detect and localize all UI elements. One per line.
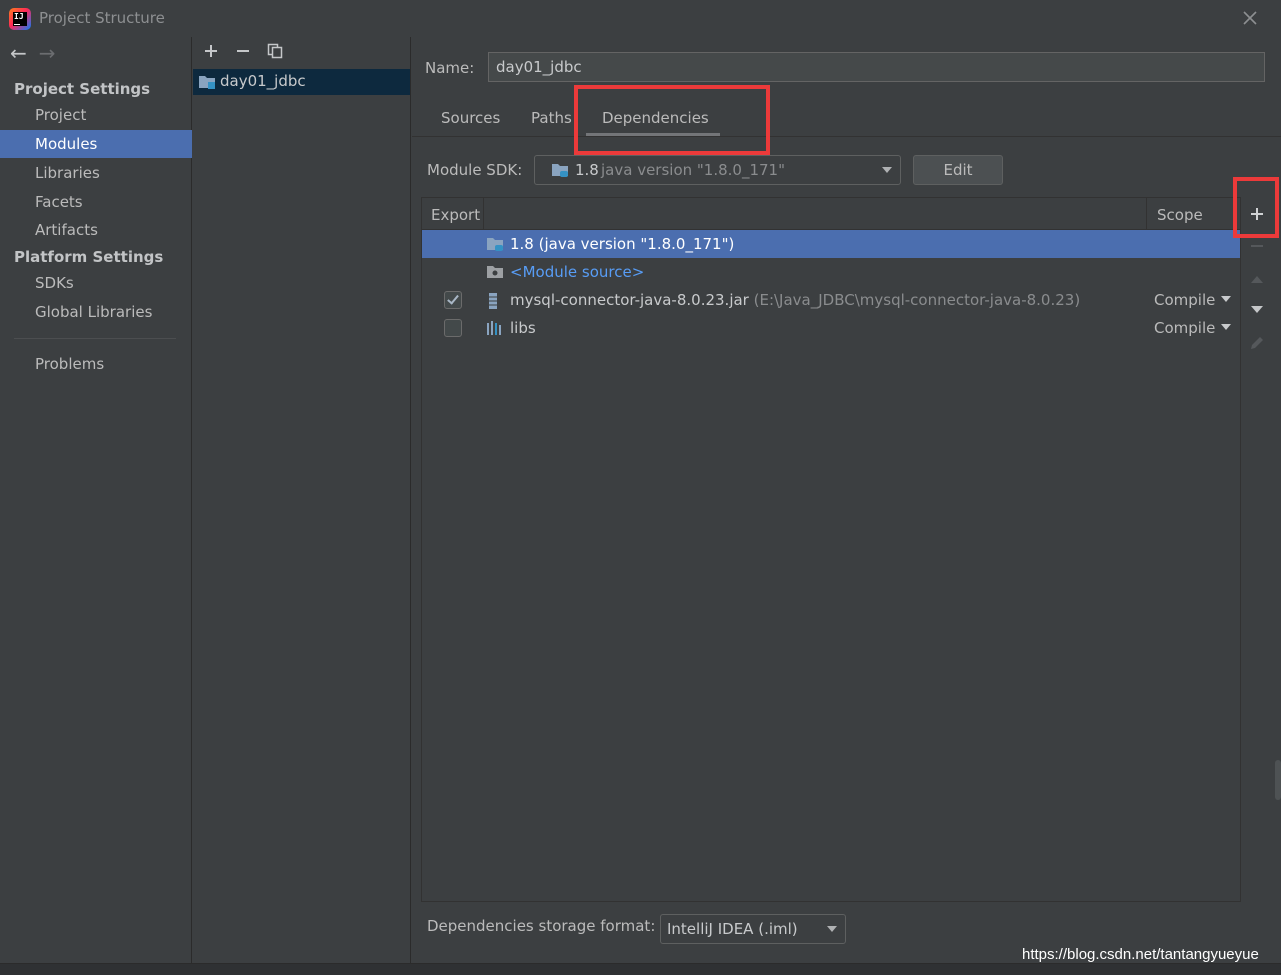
bottom-strip — [0, 963, 1281, 975]
copy-module-button[interactable] — [265, 41, 285, 61]
dependency-name: <Module source> — [510, 263, 645, 281]
storage-format-dropdown[interactable]: IntelliJ IDEA (.iml) — [660, 914, 846, 944]
dependencies-table: Export Scope 1.8 (java version "1.8.0_17… — [421, 197, 1241, 902]
module-source-folder-icon — [487, 266, 503, 278]
jar-file-name: mysql-connector-java-8.0.23.jar — [510, 291, 749, 309]
module-details-pane: Name: day01_jdbc Sources Paths Dependenc… — [412, 37, 1281, 963]
dependency-name: libs — [510, 319, 536, 337]
nav-item-problems[interactable]: Problems — [0, 350, 192, 378]
nav-divider — [14, 338, 176, 339]
title-bar: IJ Project Structure — [0, 0, 1281, 37]
move-down-button[interactable] — [1242, 295, 1272, 325]
project-settings-heading: Project Settings — [14, 80, 151, 98]
library-icon — [487, 321, 501, 335]
jdk-folder-icon — [487, 238, 503, 251]
scope-value: Compile — [1154, 291, 1216, 309]
chevron-down-icon — [1221, 324, 1232, 330]
dependency-name: 1.8 (java version "1.8.0_171") — [510, 235, 735, 253]
storage-format-value: IntelliJ IDEA (.iml) — [667, 920, 798, 938]
nav-item-facets[interactable]: Facets — [0, 188, 192, 216]
nav-item-modules[interactable]: Modules — [0, 130, 192, 158]
forward-arrow-icon[interactable]: → — [39, 43, 56, 63]
module-sdk-label: Module SDK: — [427, 161, 523, 179]
modules-toolbar — [201, 41, 285, 61]
module-list-item[interactable]: day01_jdbc — [193, 69, 410, 95]
nav-item-artifacts[interactable]: Artifacts — [0, 216, 192, 244]
module-name: day01_jdbc — [220, 72, 306, 90]
table-row[interactable]: mysql-connector-java-8.0.23.jar (E:\Java… — [422, 286, 1240, 314]
nav-item-sdks[interactable]: SDKs — [0, 269, 192, 297]
minus-icon — [237, 50, 249, 52]
module-folder-icon — [199, 76, 215, 89]
arrow-down-icon — [1251, 306, 1263, 313]
chevron-down-icon — [882, 167, 892, 173]
intellij-logo-icon: IJ — [9, 8, 31, 30]
edit-sdk-button[interactable]: Edit — [913, 155, 1003, 185]
jar-icon — [489, 293, 497, 309]
window-title: Project Structure — [39, 9, 165, 27]
nav-arrows: ← → — [10, 43, 56, 63]
move-up-button[interactable] — [1242, 264, 1272, 294]
sdk-version: 1.8 — [575, 161, 599, 179]
pencil-icon — [1251, 337, 1263, 349]
scope-value: Compile — [1154, 319, 1216, 337]
plus-icon — [205, 45, 217, 57]
table-header: Export Scope — [422, 198, 1240, 230]
storage-format-label: Dependencies storage format: — [427, 917, 656, 935]
module-tabs: Sources Paths Dependencies — [412, 97, 1281, 137]
dependencies-toolbar — [1242, 197, 1272, 902]
nav-item-project[interactable]: Project — [0, 101, 192, 129]
scope-dropdown[interactable]: Compile — [1154, 291, 1232, 309]
name-label: Name: — [425, 59, 475, 77]
tab-paths[interactable]: Paths — [531, 109, 572, 127]
column-divider — [483, 198, 484, 229]
modules-list-pane: day01_jdbc — [193, 37, 411, 963]
module-name-input[interactable]: day01_jdbc — [488, 52, 1265, 82]
watermark: https://blog.csdn.net/tantangyueyue — [1022, 946, 1259, 963]
scope-dropdown[interactable]: Compile — [1154, 319, 1232, 337]
tab-sources[interactable]: Sources — [441, 109, 500, 127]
nav-item-global-libraries[interactable]: Global Libraries — [0, 298, 192, 326]
settings-nav-pane: ← → Project Settings Project Modules Lib… — [0, 37, 192, 963]
scrollbar[interactable] — [1275, 760, 1281, 800]
highlight-box-add-button — [1233, 177, 1279, 238]
table-row[interactable]: <Module source> — [422, 258, 1240, 286]
remove-module-button[interactable] — [233, 41, 253, 61]
back-arrow-icon[interactable]: ← — [10, 43, 27, 63]
arrow-up-icon — [1251, 276, 1263, 283]
add-module-button[interactable] — [201, 41, 221, 61]
chevron-down-icon — [1221, 296, 1232, 302]
minus-icon — [1251, 245, 1263, 247]
table-row[interactable]: libs Compile — [422, 314, 1240, 342]
column-header-scope[interactable]: Scope — [1157, 206, 1203, 224]
column-divider — [1146, 198, 1147, 229]
sdk-detail: java version "1.8.0_171" — [601, 161, 785, 179]
table-row[interactable]: 1.8 (java version "1.8.0_171") — [422, 230, 1240, 258]
jdk-folder-icon — [552, 164, 568, 177]
export-checkbox[interactable] — [444, 291, 462, 309]
chevron-down-icon — [827, 926, 837, 932]
jar-path: (E:\Java_JDBC\mysql-connector-java-8.0.2… — [753, 291, 1081, 309]
platform-settings-heading: Platform Settings — [14, 248, 164, 266]
edit-dependency-button[interactable] — [1242, 328, 1272, 358]
copy-icon — [267, 43, 283, 59]
export-checkbox[interactable] — [444, 319, 462, 337]
nav-item-libraries[interactable]: Libraries — [0, 159, 192, 187]
highlight-box-dependencies-tab — [574, 85, 770, 155]
close-icon[interactable] — [1241, 9, 1259, 27]
column-header-export[interactable]: Export — [431, 206, 480, 224]
dependency-name: mysql-connector-java-8.0.23.jar (E:\Java… — [510, 291, 1080, 309]
module-sdk-dropdown[interactable]: 1.8 java version "1.8.0_171" — [534, 155, 901, 185]
